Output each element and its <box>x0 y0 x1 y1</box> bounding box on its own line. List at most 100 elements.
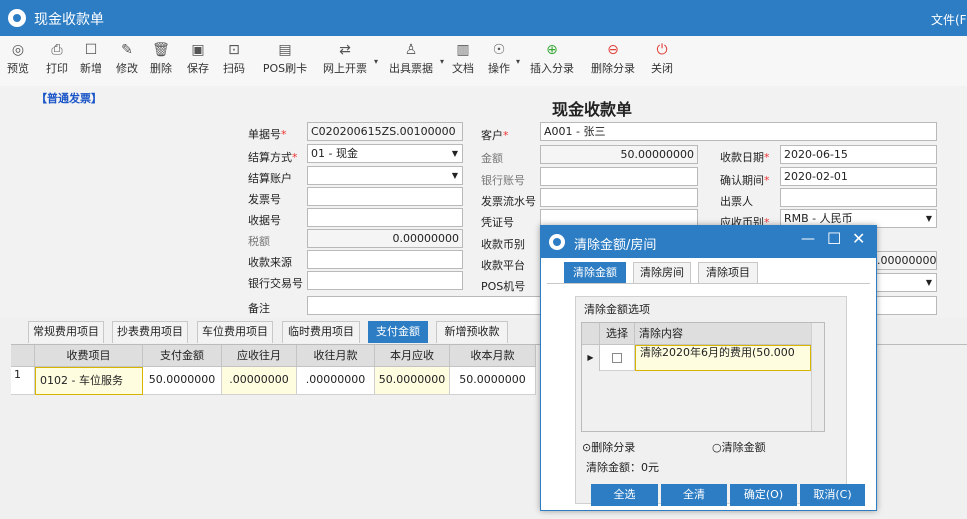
select-checkbox[interactable] <box>612 353 622 363</box>
insert-entry-button[interactable]: ⊕ 插入分录 <box>528 40 576 76</box>
drawer-field[interactable] <box>780 188 937 207</box>
date-label: 收款日期* <box>720 151 770 164</box>
maximize-icon[interactable]: ☐ <box>827 229 841 248</box>
tab-temporary-fees[interactable]: 临时费用项目 <box>282 321 360 343</box>
tax-label: 税额 <box>248 235 270 248</box>
settle-select[interactable]: 01 - 现金 ▼ <box>307 144 463 163</box>
bank-txn-field[interactable] <box>307 271 463 290</box>
trash-icon: 🗑 <box>152 42 170 58</box>
section-title: 清除金额选项 <box>584 303 650 316</box>
minimize-icon[interactable]: — <box>801 231 815 247</box>
receipt-no-label: 收据号 <box>248 214 281 227</box>
col-header-due-prev[interactable]: 应收往月 <box>222 345 297 367</box>
close-icon[interactable]: ✕ <box>852 229 865 248</box>
date-field[interactable]: 2020-06-15 <box>780 145 937 164</box>
option-delete-entry[interactable]: ⊙删除分录 <box>582 439 635 455</box>
clear-amount-text: 清除金额：0元 <box>586 461 659 474</box>
file-menu[interactable]: 文件(F <box>931 11 967 28</box>
table-scrollbar[interactable] <box>811 323 824 431</box>
bank-account-label: 银行账号 <box>481 174 525 187</box>
pos-terminal-icon: ▤ <box>278 42 292 58</box>
window-title: 现金收款单 <box>34 12 104 28</box>
col-header-recv-prev[interactable]: 收往月款 <box>297 345 375 367</box>
col-header-pay[interactable]: 支付金额 <box>143 345 222 367</box>
platform-label: 收款平台 <box>481 259 525 272</box>
print-button[interactable]: ⎙ 打印 <box>44 40 70 76</box>
dropdown-arrow-icon: ▾ <box>515 57 520 66</box>
col-header-recv-cur[interactable]: 收本月款 <box>450 345 536 367</box>
table-cell-content[interactable]: 清除2020年6月的费用(50.000 <box>635 345 811 371</box>
amount-label: 金额 <box>481 152 503 165</box>
tab-regular-fees[interactable]: 常规费用项目 <box>28 321 104 343</box>
delete-entry-button[interactable]: ⊖ 删除分录 <box>589 40 637 76</box>
bank-account-field[interactable] <box>540 167 698 186</box>
drawer-label: 出票人 <box>720 195 753 208</box>
new-button[interactable]: ☐ 新增 <box>78 40 104 76</box>
invoice-no-field[interactable] <box>307 187 463 206</box>
invoice-serial-field[interactable] <box>540 188 698 207</box>
delete-button[interactable]: 🗑 删除 <box>148 40 174 76</box>
tax-field[interactable]: 0.00000000 <box>307 229 463 248</box>
dialog-title: 清除金额/房间 <box>574 238 657 253</box>
ok-button[interactable]: 确定(O) <box>730 484 797 506</box>
edit-button[interactable]: ✎ 修改 <box>114 40 140 76</box>
settle-account-select[interactable]: ▼ <box>307 166 463 185</box>
stamp-icon: ♙ <box>404 42 418 58</box>
cancel-button[interactable]: 取消(C) <box>800 484 865 506</box>
bank-txn-label: 银行交易号 <box>248 277 303 290</box>
dialog-title-bar[interactable]: 清除金额/房间 — ☐ ✕ <box>541 226 876 258</box>
recv-currency-label: 收款币别 <box>481 238 525 251</box>
save-button[interactable]: ▣ 保存 <box>185 40 211 76</box>
voucher-label: 凭证号 <box>481 216 514 229</box>
tab-divider <box>547 283 870 284</box>
eye-icon: ◎ <box>11 42 25 58</box>
confirm-period-field[interactable]: 2020-02-01 <box>780 167 937 186</box>
minus-circle-icon: ⊖ <box>607 42 619 58</box>
online-invoice-button[interactable]: ⇄ 网上开票 ▾ <box>320 40 378 76</box>
table-cell-item[interactable]: 0102 - 车位服务 <box>35 367 143 395</box>
document-button[interactable]: ▥ 文档 <box>450 40 476 76</box>
table-cell-due-cur[interactable]: 50.0000000 <box>375 367 450 395</box>
col-header-due-cur[interactable]: 本月应收 <box>375 345 450 367</box>
table-cell-due-prev[interactable]: .00000000 <box>222 367 297 395</box>
tab-parking-fees[interactable]: 车位费用项目 <box>197 321 273 343</box>
preview-button[interactable]: ◎ 预览 <box>6 40 30 76</box>
option-clear-amount[interactable]: ○清除金额 <box>712 439 766 455</box>
clear-table: 选择 清除内容 ▶ 清除2020年6月的费用(50.000 <box>581 322 825 432</box>
tab-payment-amount[interactable]: 支付金额 <box>368 321 428 343</box>
tab-clear-item[interactable]: 清除项目 <box>698 262 758 284</box>
tab-clear-amount[interactable]: 清除金额 <box>564 262 626 284</box>
source-field[interactable] <box>307 250 463 269</box>
invoice-type-link[interactable]: 【普通发票】 <box>36 90 102 106</box>
settle-account-label: 结算账户 <box>248 172 292 185</box>
bill-no-label: 单据号* <box>248 128 287 141</box>
right-select[interactable]: ▼ <box>873 273 937 292</box>
right-amount-field[interactable]: .00000000 <box>873 251 937 270</box>
col-header-select[interactable]: 选择 <box>600 323 635 345</box>
exchange-icon: ⇄ <box>339 42 351 58</box>
amount-field[interactable]: 50.00000000 <box>540 145 698 164</box>
pos-button[interactable]: ▤ POS刷卡 <box>259 40 311 76</box>
title-bar: 现金收款单 文件(F <box>0 0 967 36</box>
clear-all-button[interactable]: 全清 <box>661 484 727 506</box>
invoice-serial-label: 发票流水号 <box>481 195 536 208</box>
table-cell-recv-prev[interactable]: .00000000 <box>297 367 375 395</box>
chevron-down-icon: ▼ <box>925 278 932 287</box>
bill-no-field[interactable]: C020200615ZS.00100000 <box>307 122 463 141</box>
scan-button[interactable]: ⊡ 扫码 <box>221 40 247 76</box>
issue-bill-button[interactable]: ♙ 出具票据 ▾ <box>386 40 444 76</box>
tab-meter-fees[interactable]: 抄表费用项目 <box>112 321 188 343</box>
tab-clear-room[interactable]: 清除房间 <box>633 262 691 284</box>
receipt-no-field[interactable] <box>307 208 463 227</box>
col-header-content[interactable]: 清除内容 <box>635 323 811 345</box>
operate-button[interactable]: ☉ 操作 ▾ <box>486 40 520 76</box>
table-cell-recv-cur[interactable]: 50.0000000 <box>450 367 536 395</box>
table-cell-pay[interactable]: 50.0000000 <box>143 367 222 395</box>
close-button[interactable]: ⏻ 关闭 <box>649 40 675 76</box>
col-header-item[interactable]: 收费项目 <box>35 345 143 367</box>
customer-field[interactable]: A001 - 张三 <box>540 122 937 141</box>
pos-label: POS机号 <box>481 280 526 293</box>
select-all-button[interactable]: 全选 <box>591 484 658 506</box>
tab-new-prepayment[interactable]: 新增预收款 <box>436 321 508 343</box>
settle-label: 结算方式* <box>248 151 298 164</box>
